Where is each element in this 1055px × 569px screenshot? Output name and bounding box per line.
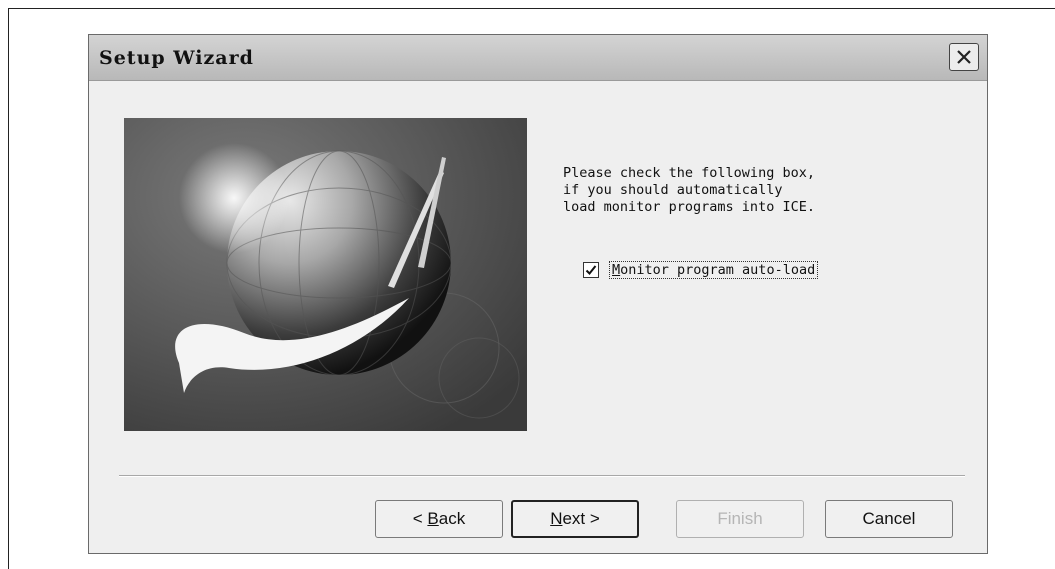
instructions-line-3: load monitor programs into ICE.: [563, 199, 815, 215]
window-title: Setup Wizard: [99, 47, 254, 69]
instructions-line-1: Please check the following box,: [563, 165, 815, 181]
back-button[interactable]: < Back: [375, 500, 503, 538]
back-prefix: <: [412, 509, 428, 528]
back-mnemonic: B: [427, 509, 439, 528]
cancel-label: Cancel: [862, 509, 916, 528]
wizard-banner-image: [124, 118, 527, 431]
monitor-autoload-option[interactable]: Monitor program auto-load: [583, 260, 819, 280]
label-mnemonic: M: [612, 262, 621, 278]
finish-label: Finish: [717, 509, 763, 528]
instructions-text: Please check the following box, if you s…: [563, 165, 943, 216]
close-button[interactable]: [949, 43, 979, 71]
setup-wizard-dialog: Setup Wizard Please check the following …: [88, 34, 988, 554]
next-button[interactable]: Next >: [511, 500, 639, 538]
close-icon: [957, 50, 971, 64]
checkmark-icon: [585, 265, 597, 275]
finish-button[interactable]: Finish: [676, 500, 804, 538]
label-rest: onitor program auto-load: [620, 262, 816, 278]
button-separator: [119, 475, 965, 477]
back-rest: ack: [438, 509, 466, 528]
monitor-autoload-label[interactable]: Monitor program auto-load: [609, 261, 819, 279]
next-mnemonic: N: [550, 509, 563, 528]
next-rest: ext >: [562, 509, 600, 528]
cancel-button[interactable]: Cancel: [825, 500, 953, 538]
title-bar[interactable]: Setup Wizard: [89, 35, 987, 81]
monitor-autoload-checkbox[interactable]: [583, 262, 599, 278]
instructions-line-2: if you should automatically: [563, 182, 783, 198]
